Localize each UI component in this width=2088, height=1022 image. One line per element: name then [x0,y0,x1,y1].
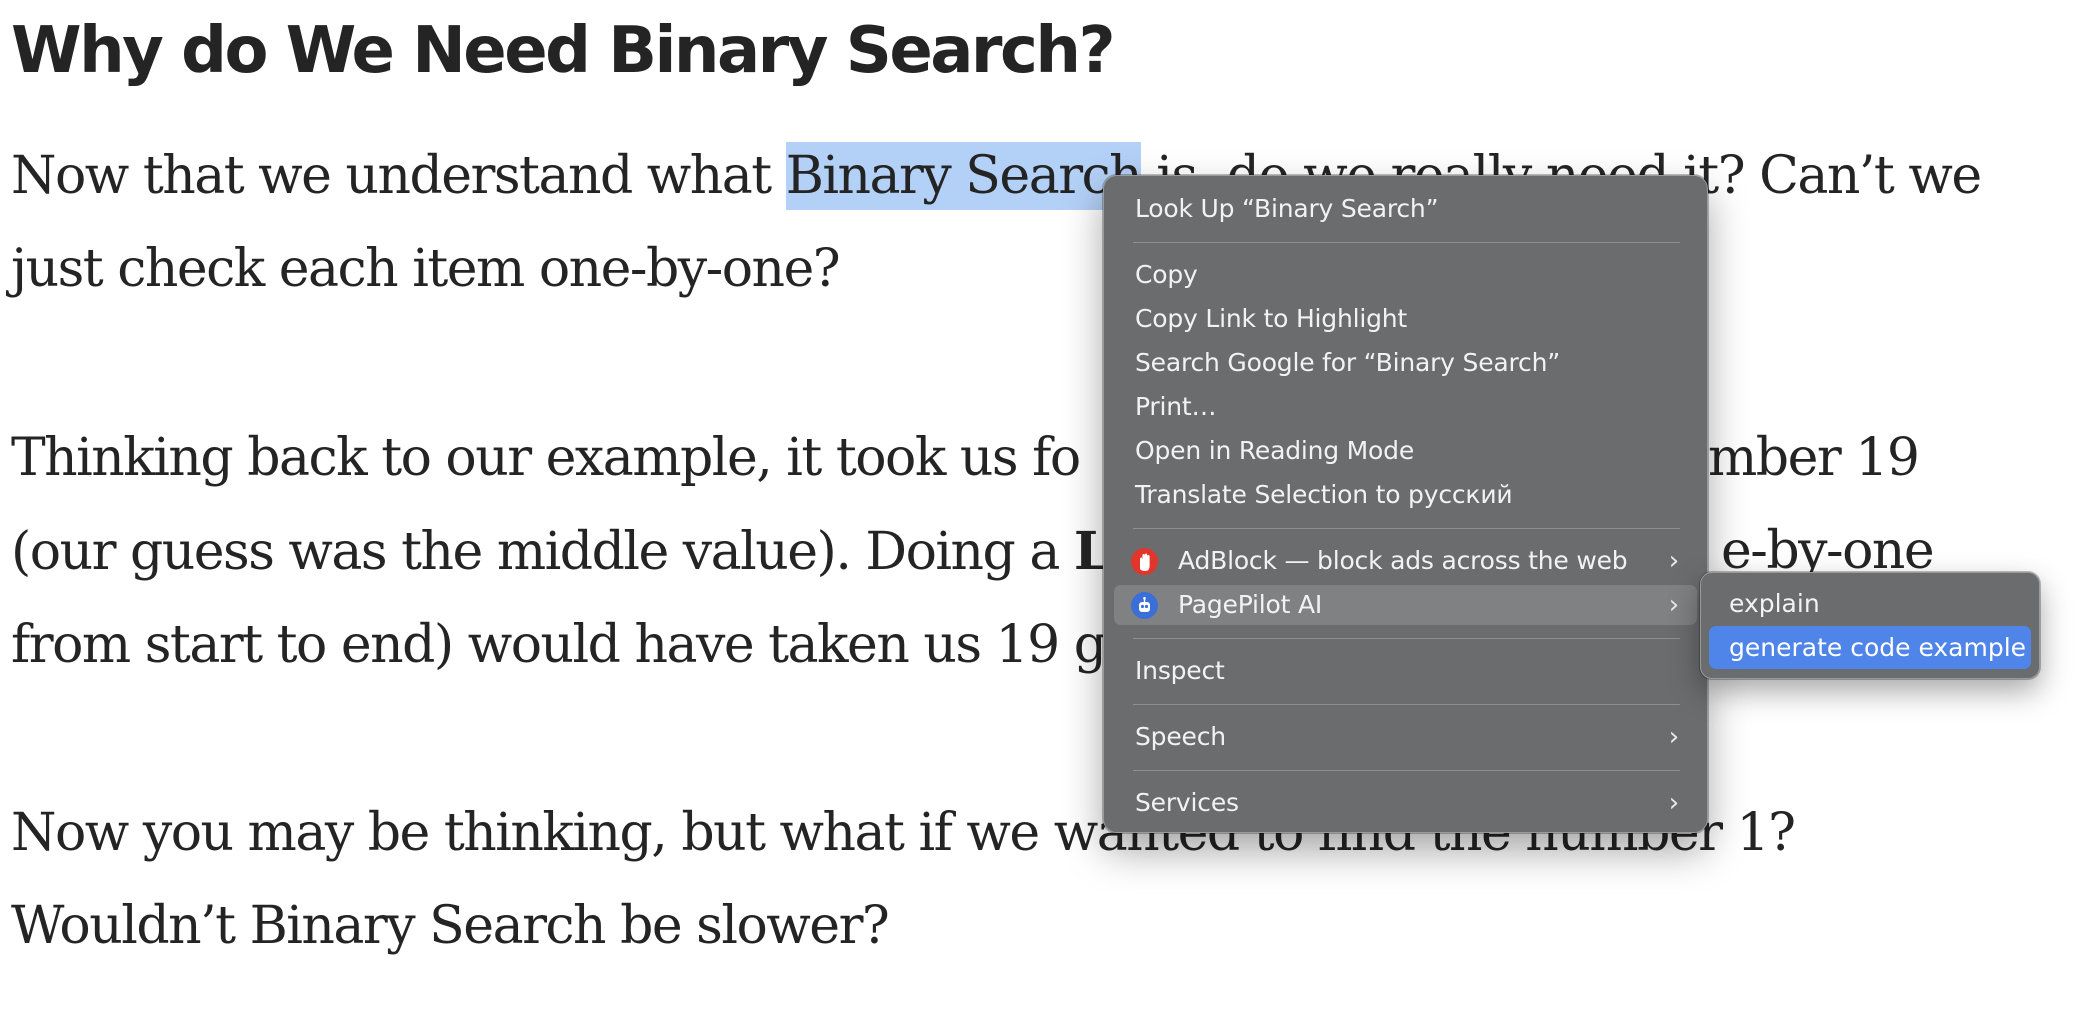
paragraph-2-line-3: from start to end) would have taken us 1… [11,615,1107,675]
menu-separator [1133,528,1680,529]
paragraph-2-line-2: (our guess was the middle value). Doing … [11,521,1935,582]
paragraph-2-line-1: Thinking back to our example, it took us… [11,428,1920,488]
menu-separator [1133,770,1680,771]
menu-separator [1133,704,1680,705]
pagepilot-robot-icon [1131,592,1158,619]
menu-item-copy-link[interactable]: Copy Link to Highlight [1114,299,1697,339]
menu-item-speech[interactable]: Speech › [1114,717,1697,757]
chevron-right-icon: › [1668,788,1679,818]
pagepilot-submenu: explain generate code example [1700,572,2040,679]
menu-item-speech-label: Speech [1135,722,1226,751]
paragraph-3-line-2: Wouldn’t Binary Search be slower? [11,896,890,956]
menu-item-print[interactable]: Print… [1114,387,1697,427]
chevron-right-icon: › [1668,722,1679,752]
menu-item-inspect[interactable]: Inspect [1114,651,1697,691]
menu-item-search-google[interactable]: Search Google for “Binary Search” [1114,343,1697,383]
menu-separator [1133,638,1680,639]
menu-item-services-label: Services [1135,788,1239,817]
article: Why do We Need Binary Search? Now that w… [0,0,2088,1022]
menu-item-services[interactable]: Services › [1114,783,1697,823]
menu-item-adblock-label: AdBlock — block ads across the web [1178,546,1628,575]
menu-item-pagepilot[interactable]: PagePilot AI › [1114,585,1697,625]
chevron-right-icon: › [1668,590,1679,620]
menu-item-pagepilot-label: PagePilot AI [1178,590,1323,619]
menu-item-translate[interactable]: Translate Selection to русский [1114,475,1697,515]
selected-text[interactable]: Binary Search [785,142,1143,210]
paragraph-2: Thinking back to our example, it took us… [11,412,1935,692]
submenu-item-generate-code-example[interactable]: generate code example [1709,626,2031,669]
section-heading: Why do We Need Binary Search? [11,14,1116,88]
menu-item-adblock[interactable]: AdBlock — block ads across the web › [1114,541,1697,581]
submenu-item-explain[interactable]: explain [1709,582,2031,625]
menu-item-reading-mode[interactable]: Open in Reading Mode [1114,431,1697,471]
menu-separator [1133,242,1680,243]
chevron-right-icon: › [1668,546,1679,576]
context-menu: Look Up “Binary Search” Copy Copy Link t… [1103,175,1708,833]
menu-item-copy[interactable]: Copy [1114,255,1697,295]
menu-item-look-up[interactable]: Look Up “Binary Search” [1114,189,1697,229]
adblock-hand-icon [1131,548,1158,575]
